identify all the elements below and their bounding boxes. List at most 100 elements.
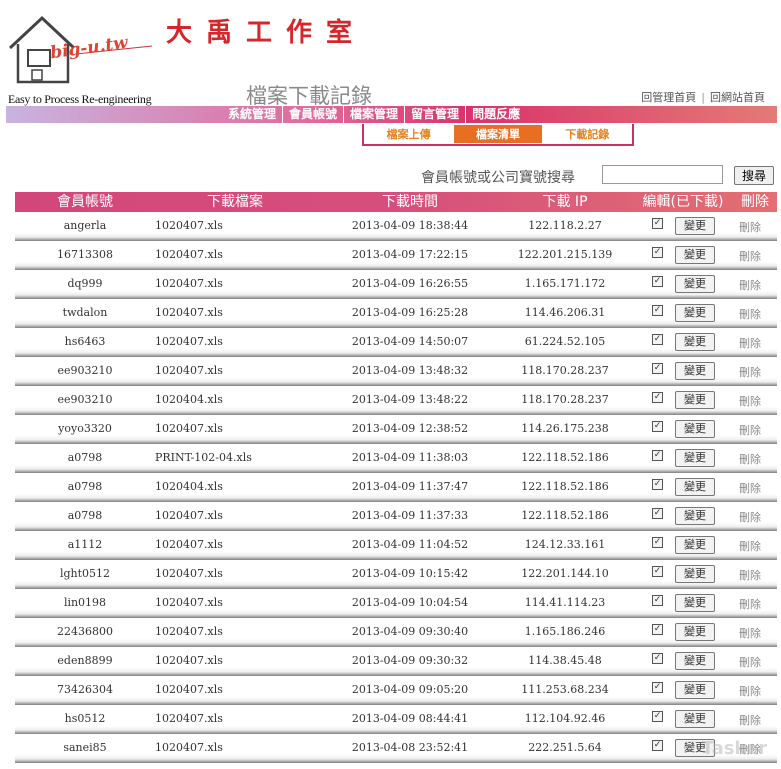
change-button[interactable]: 變更 [675, 710, 715, 728]
site-home-link[interactable]: 回網站首頁 [710, 91, 765, 104]
downloaded-checkbox[interactable]: ✓ [652, 305, 663, 316]
delete-link[interactable]: 刪除 [739, 306, 761, 322]
downloaded-checkbox[interactable]: ✓ [652, 653, 663, 664]
delete-link[interactable]: 刪除 [739, 567, 761, 583]
search-label: 會員帳號或公司寶號搜尋 [421, 170, 575, 186]
row-file: 1020407.xls [155, 596, 223, 609]
downloaded-checkbox[interactable]: ✓ [652, 247, 663, 258]
change-button[interactable]: 變更 [675, 391, 715, 409]
admin-home-link[interactable]: 回管理首頁 [641, 91, 696, 104]
header-edit: 編輯(已下載) [642, 194, 724, 210]
change-button[interactable]: 變更 [675, 536, 715, 554]
delete-link[interactable]: 刪除 [739, 335, 761, 351]
change-button[interactable]: 變更 [675, 652, 715, 670]
table-row: angerla 1020407.xls 2013-04-09 18:38:44 122… [15, 212, 777, 241]
delete-link[interactable]: 刪除 [739, 393, 761, 409]
change-button[interactable]: 變更 [675, 420, 715, 438]
delete-link[interactable]: 刪除 [739, 596, 761, 612]
delete-link[interactable]: 刪除 [739, 509, 761, 525]
row-account: ee903210 [57, 393, 113, 406]
downloaded-checkbox[interactable]: ✓ [652, 363, 663, 374]
row-account: sanei85 [63, 741, 107, 754]
nav-item-members[interactable]: 會員帳號 [282, 106, 343, 123]
downloaded-checkbox[interactable]: ✓ [652, 479, 663, 490]
row-ip: 122.201.144.10 [521, 567, 609, 580]
row-account: lght0512 [59, 567, 111, 580]
row-file: PRINT-102-04.xls [155, 451, 252, 464]
row-file: 1020407.xls [155, 538, 223, 551]
delete-link[interactable]: 刪除 [739, 451, 761, 467]
subnav-upload[interactable]: 檔案上傳 [365, 125, 452, 143]
watermark: Tasker [701, 738, 767, 759]
row-time: 2013-04-09 16:26:55 [351, 277, 469, 290]
delete-link[interactable]: 刪除 [739, 654, 761, 670]
downloaded-checkbox[interactable]: ✓ [652, 566, 663, 577]
link-divider: | [701, 91, 705, 104]
table-row: a0798 1020407.xls 2013-04-09 11:37:33 122.1… [15, 502, 777, 531]
change-button[interactable]: 變更 [675, 594, 715, 612]
delete-link[interactable]: 刪除 [739, 422, 761, 438]
row-time: 2013-04-09 10:15:42 [351, 567, 469, 580]
change-button[interactable]: 變更 [675, 449, 715, 467]
row-ip: 1.165.186.246 [524, 625, 606, 638]
downloaded-checkbox[interactable]: ✓ [652, 740, 663, 751]
nav-item-files[interactable]: 檔案管理 [343, 106, 404, 123]
downloaded-checkbox[interactable]: ✓ [652, 624, 663, 635]
table-row: ee903210 1020407.xls 2013-04-09 13:48:32 11… [15, 357, 777, 386]
downloaded-checkbox[interactable]: ✓ [652, 421, 663, 432]
delete-link[interactable]: 刪除 [739, 480, 761, 496]
row-time: 2013-04-09 13:48:32 [351, 364, 469, 377]
change-button[interactable]: 變更 [675, 246, 715, 264]
table-row: lin0198 1020407.xls 2013-04-09 10:04:54 114… [15, 589, 777, 618]
downloaded-checkbox[interactable]: ✓ [652, 392, 663, 403]
downloaded-checkbox[interactable]: ✓ [652, 711, 663, 722]
change-button[interactable]: 變更 [675, 217, 715, 235]
table-row: twdalon 1020407.xls 2013-04-09 16:25:28 114… [15, 299, 777, 328]
delete-link[interactable]: 刪除 [739, 364, 761, 380]
change-button[interactable]: 變更 [675, 304, 715, 322]
search-button[interactable]: 搜尋 [734, 166, 774, 185]
subnav-download-log[interactable]: 下載記錄 [544, 125, 631, 143]
downloaded-checkbox[interactable]: ✓ [652, 334, 663, 345]
downloaded-checkbox[interactable]: ✓ [652, 508, 663, 519]
change-button[interactable]: 變更 [675, 507, 715, 525]
downloaded-checkbox[interactable]: ✓ [652, 450, 663, 461]
download-log-table: angerla 1020407.xls 2013-04-09 18:38:44 122… [15, 212, 777, 763]
change-button[interactable]: 變更 [675, 478, 715, 496]
delete-link[interactable]: 刪除 [739, 277, 761, 293]
downloaded-checkbox[interactable]: ✓ [652, 276, 663, 287]
row-account: 22436800 [57, 625, 113, 638]
row-file: 1020407.xls [155, 335, 223, 348]
row-account: a0798 [67, 509, 103, 522]
change-button[interactable]: 變更 [675, 333, 715, 351]
delete-link[interactable]: 刪除 [739, 712, 761, 728]
change-button[interactable]: 變更 [675, 362, 715, 380]
table-row: 16713308 1020407.xls 2013-04-09 17:22:15 12… [15, 241, 777, 270]
nav-item-messages[interactable]: 留言管理 [404, 106, 465, 123]
subnav-file-list[interactable]: 檔案清單 [454, 125, 542, 143]
row-account: eden8899 [57, 654, 113, 667]
delete-link[interactable]: 刪除 [739, 625, 761, 641]
change-button[interactable]: 變更 [675, 275, 715, 293]
change-button[interactable]: 變更 [675, 623, 715, 641]
site-logo[interactable]: big-u.tw Easy to Process Re-engineering [6, 10, 156, 106]
nav-item-feedback[interactable]: 問題反應 [465, 106, 526, 123]
search-input[interactable] [602, 165, 723, 184]
row-account: twdalon [62, 306, 108, 319]
change-button[interactable]: 變更 [675, 681, 715, 699]
logo-tagline: Easy to Process Re-engineering [8, 92, 152, 106]
delete-link[interactable]: 刪除 [739, 538, 761, 554]
header-delete: 刪除 [741, 194, 769, 210]
downloaded-checkbox[interactable]: ✓ [652, 537, 663, 548]
delete-link[interactable]: 刪除 [739, 219, 761, 235]
delete-link[interactable]: 刪除 [739, 248, 761, 264]
delete-link[interactable]: 刪除 [739, 683, 761, 699]
row-file: 1020404.xls [155, 393, 223, 406]
nav-item-system[interactable]: 系統管理 [222, 106, 282, 123]
change-button[interactable]: 變更 [675, 565, 715, 583]
downloaded-checkbox[interactable]: ✓ [652, 218, 663, 229]
row-file: 1020407.xls [155, 741, 223, 754]
downloaded-checkbox[interactable]: ✓ [652, 595, 663, 606]
row-file: 1020407.xls [155, 219, 223, 232]
downloaded-checkbox[interactable]: ✓ [652, 682, 663, 693]
